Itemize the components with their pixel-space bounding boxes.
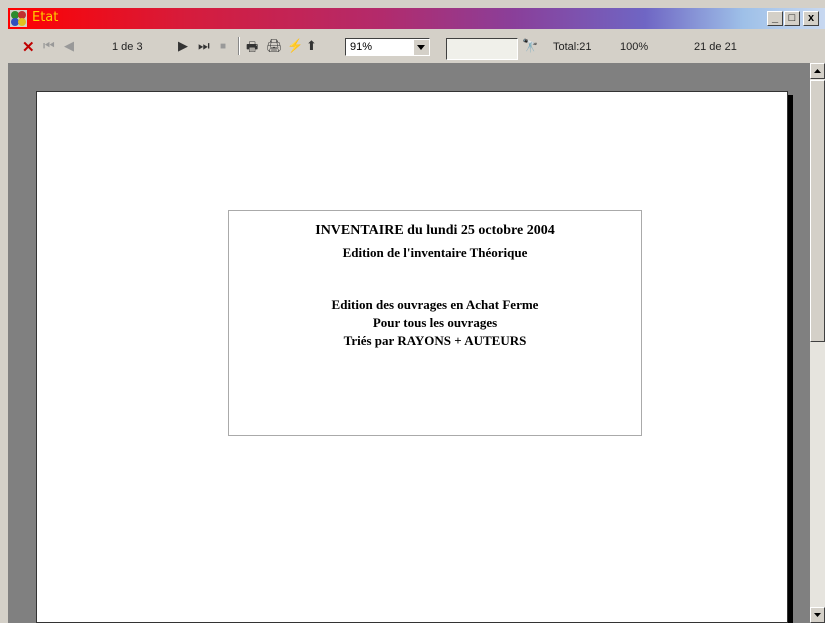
app-icon xyxy=(10,10,27,27)
title-bar[interactable]: Etat _ □ x xyxy=(8,8,825,29)
record-count: 21 de 21 xyxy=(694,41,737,53)
report-viewport[interactable]: INVENTAIRE du lundi 25 octobre 2004 Edit… xyxy=(8,63,810,623)
close-icon[interactable]: ✕ xyxy=(22,38,35,56)
report-line-purchase: Edition des ouvrages en Achat Ferme xyxy=(331,297,539,312)
scroll-thumb[interactable] xyxy=(810,80,825,342)
scroll-down-button[interactable] xyxy=(810,607,825,623)
vertical-scrollbar[interactable] xyxy=(810,63,825,623)
chevron-down-icon[interactable] xyxy=(413,39,429,55)
last-page-icon[interactable]: ⏭ xyxy=(198,38,210,54)
zoom-value: 91% xyxy=(350,41,373,53)
search-input[interactable] xyxy=(446,38,518,60)
separator xyxy=(238,37,240,55)
previous-page-icon[interactable]: ◀ xyxy=(64,38,74,54)
print-setup-icon[interactable]: 🖨 xyxy=(266,38,283,54)
page-indicator: 1 de 3 xyxy=(112,41,143,53)
report-page: INVENTAIRE du lundi 25 octobre 2004 Edit… xyxy=(36,91,788,623)
next-page-icon[interactable]: ▶ xyxy=(178,38,188,54)
page-shadow xyxy=(788,95,793,623)
zoom-select[interactable]: 91% xyxy=(345,38,430,56)
report-viewer-window: Etat _ □ x ✕ ⏮ ◀ 1 de 3 ▶ ⏭ ■ 🖶 🖨 ⚡ ⬆ 91… xyxy=(0,0,825,623)
report-header-box: INVENTAIRE du lundi 25 octobre 2004 Edit… xyxy=(228,210,642,436)
search-icon[interactable]: 🔭 xyxy=(522,38,538,54)
stop-icon[interactable]: ■ xyxy=(220,41,226,52)
percent-label: 100% xyxy=(620,41,649,53)
report-title: INVENTAIRE du lundi 25 octobre 2004 xyxy=(315,223,555,238)
report-line-sort: Triés par RAYONS + AUTEURS xyxy=(343,333,527,348)
print-icon[interactable]: 🖶 xyxy=(246,38,258,60)
export-icon[interactable]: ⚡ xyxy=(287,38,303,54)
window-title: Etat xyxy=(32,10,59,25)
first-page-icon[interactable]: ⏮ xyxy=(43,38,55,54)
report-line-scope: Pour tous les ouvrages xyxy=(372,315,498,330)
scroll-up-button[interactable] xyxy=(810,63,825,79)
close-window-button[interactable]: x xyxy=(803,11,819,26)
maximize-button[interactable]: □ xyxy=(784,11,800,26)
report-subtitle: Edition de l'inventaire Théorique xyxy=(342,245,528,260)
toolbar: ✕ ⏮ ◀ 1 de 3 ▶ ⏭ ■ 🖶 🖨 ⚡ ⬆ 91% 🔭 Total:2… xyxy=(8,29,825,63)
total-label: Total:21 xyxy=(553,41,592,53)
minimize-button[interactable]: _ xyxy=(767,11,783,26)
send-icon[interactable]: ⬆ xyxy=(306,38,317,54)
